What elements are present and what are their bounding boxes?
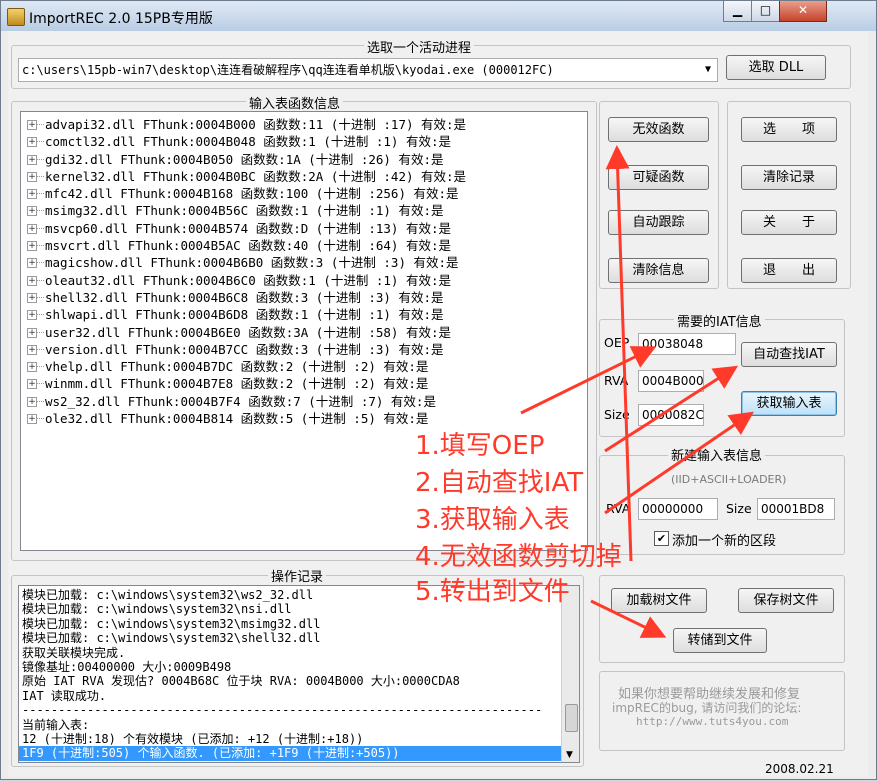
- arrow-dump: [590, 599, 667, 638]
- annotation-step-2: 2.自动查找IAT: [415, 468, 584, 498]
- annotation-arrows: [520, 145, 754, 638]
- annotation-step-3: 3.获取输入表: [415, 505, 570, 535]
- annotation-step-1: 1.填写OEP: [415, 431, 545, 461]
- annotation-step-4: 4.无效函数剪切掉: [415, 542, 622, 572]
- annotation-step-5: 5.转出到文件: [415, 577, 570, 607]
- importrec-window: ImportREC 2.0 15PB专用版 ▁ □ ✕ 选取一个活动进程 c:\…: [0, 0, 877, 780]
- arrow-oep: [520, 346, 657, 415]
